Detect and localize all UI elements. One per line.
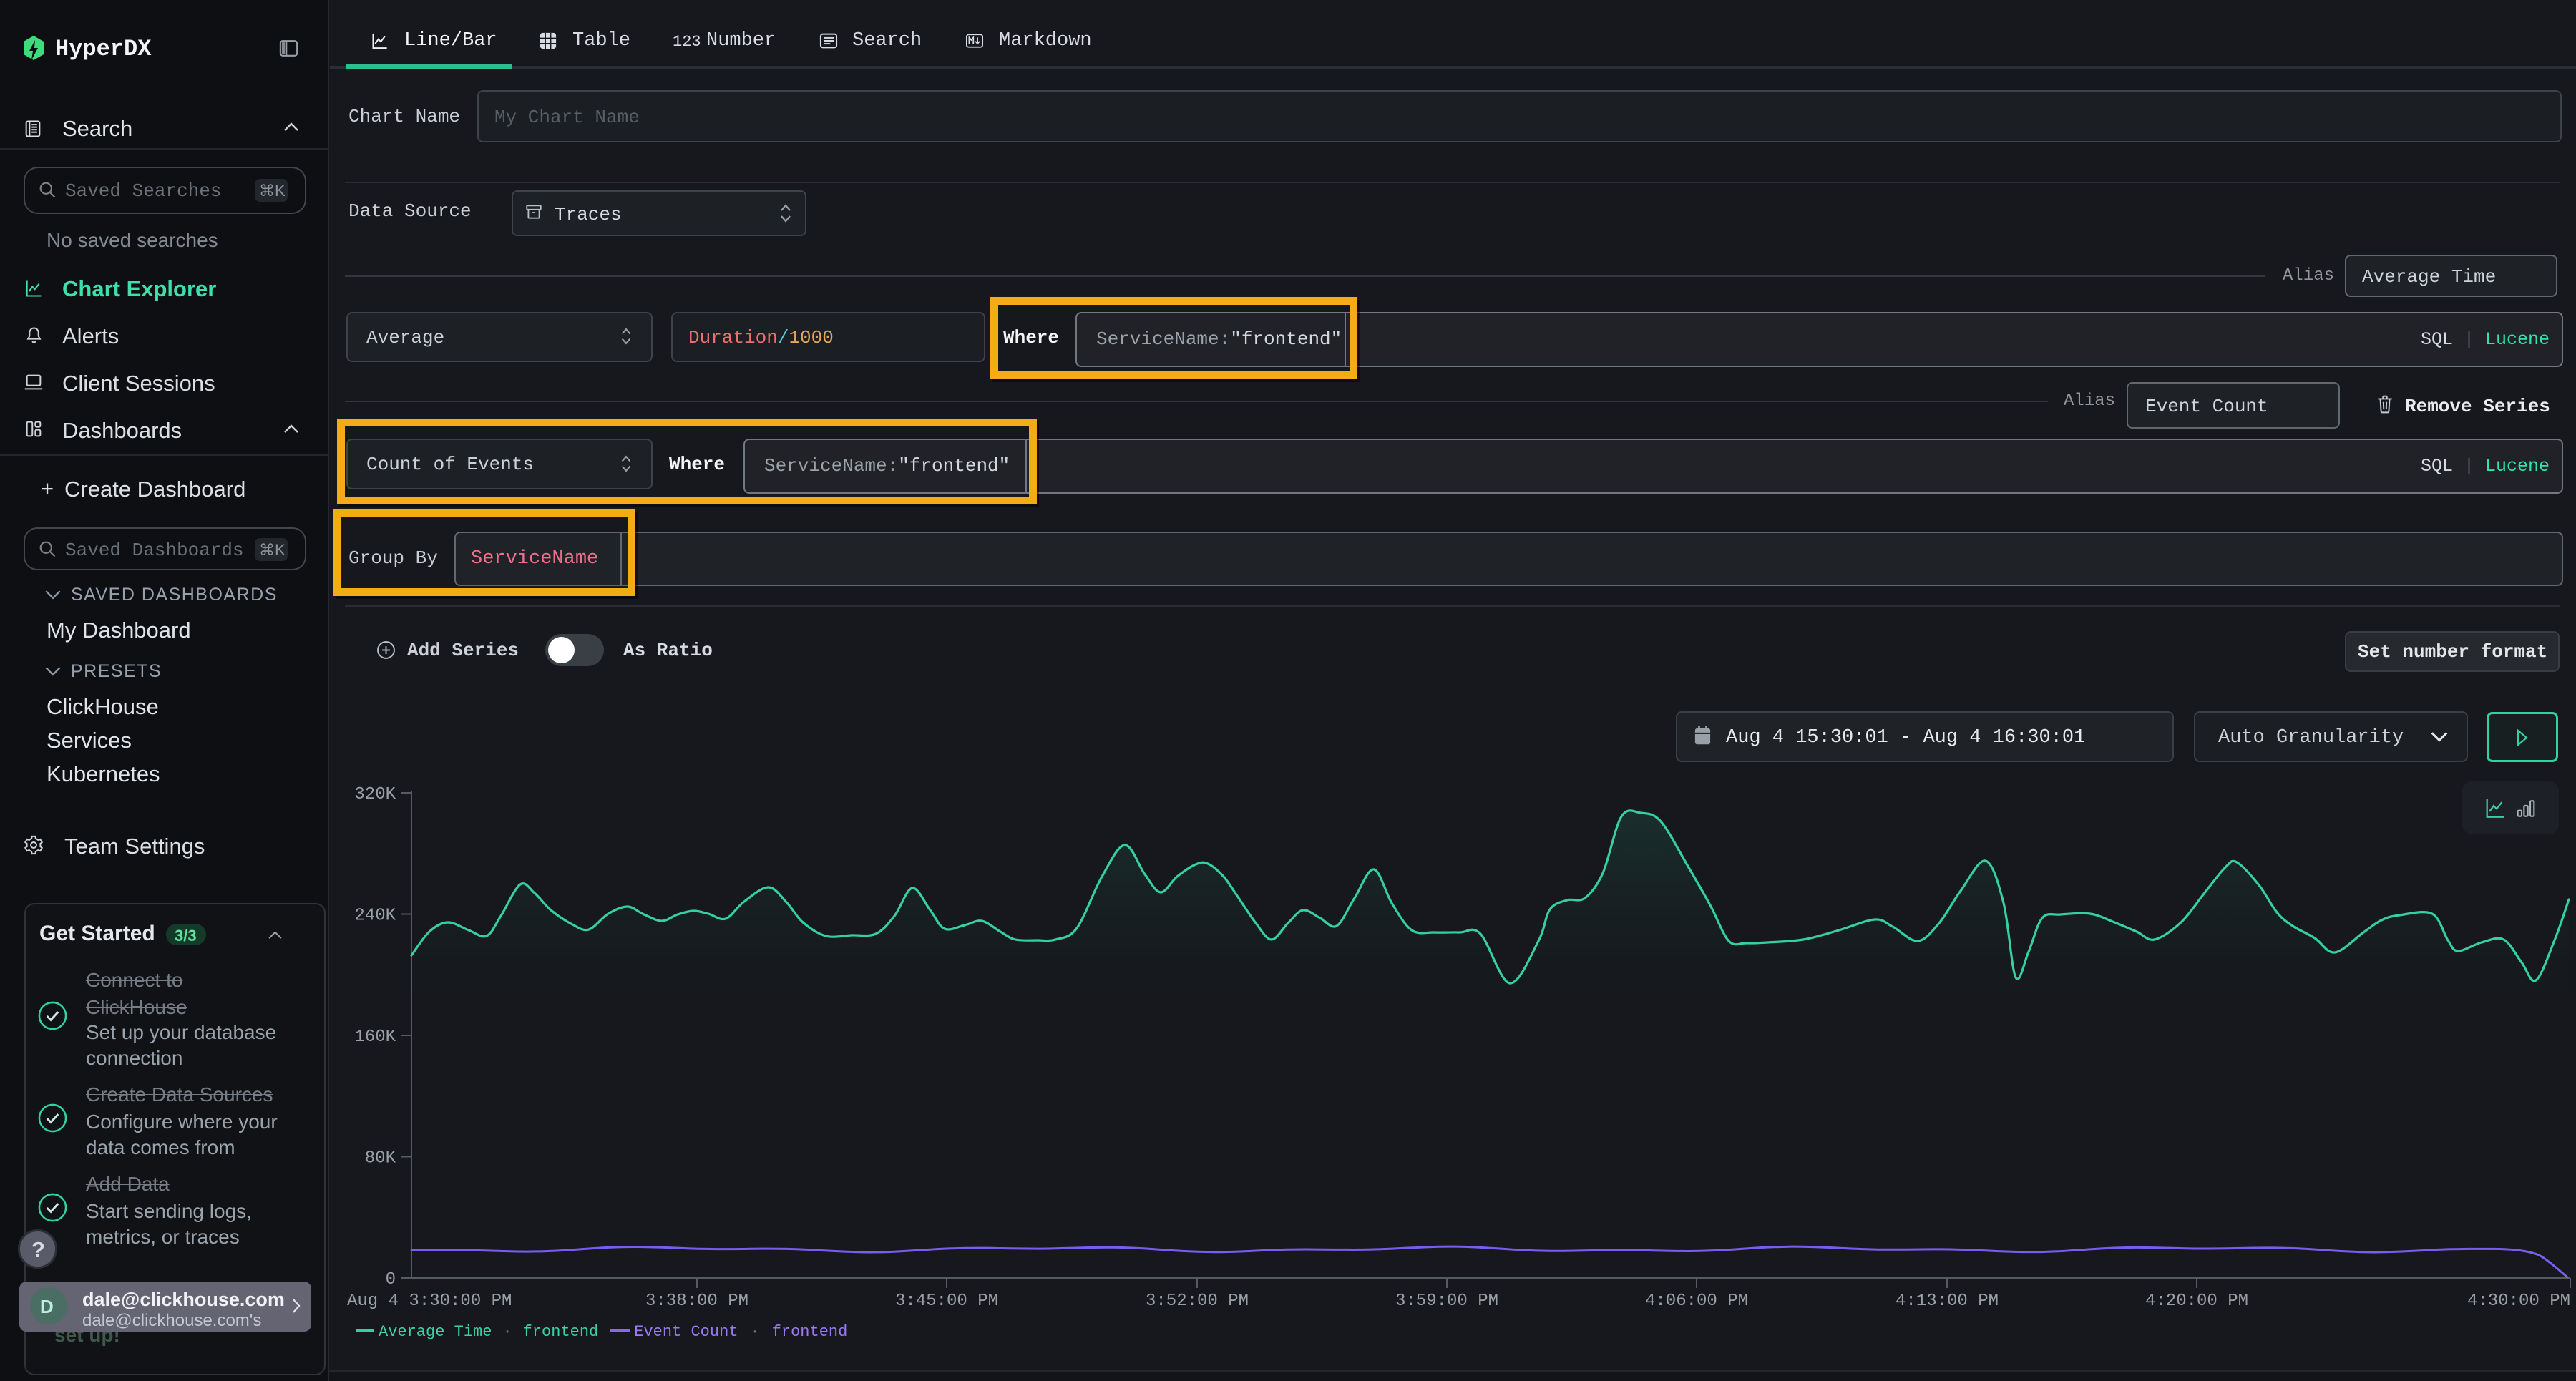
- svg-text:3:59:00 PM: 3:59:00 PM: [1395, 1292, 1498, 1311]
- svg-text:160K: 160K: [354, 1028, 396, 1047]
- svg-text:3:52:00 PM: 3:52:00 PM: [1146, 1292, 1249, 1311]
- svg-text:3:38:00 PM: 3:38:00 PM: [645, 1292, 748, 1311]
- svg-text:4:06:00 PM: 4:06:00 PM: [1645, 1292, 1748, 1311]
- svg-text:320K: 320K: [354, 785, 396, 804]
- svg-text:4:20:00 PM: 4:20:00 PM: [2145, 1292, 2248, 1311]
- svg-text:240K: 240K: [354, 907, 396, 926]
- svg-text:3:45:00 PM: 3:45:00 PM: [895, 1292, 998, 1311]
- svg-text:0: 0: [386, 1270, 396, 1289]
- svg-text:4:13:00 PM: 4:13:00 PM: [1896, 1292, 1999, 1311]
- svg-text:Aug 4 3:30:00 PM: Aug 4 3:30:00 PM: [347, 1292, 512, 1311]
- svg-text:80K: 80K: [365, 1149, 396, 1168]
- svg-text:4:30:00 PM: 4:30:00 PM: [2467, 1292, 2570, 1311]
